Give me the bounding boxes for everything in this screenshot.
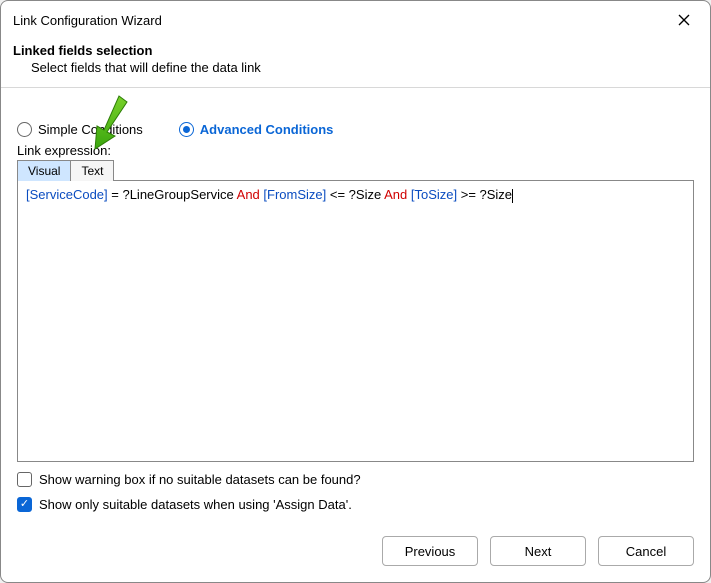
footer-buttons: Previous Next Cancel (1, 522, 710, 582)
radio-label: Advanced Conditions (200, 122, 334, 137)
checkbox-label: Show only suitable datasets when using '… (39, 497, 352, 512)
expression-token: [ServiceCode] (26, 187, 108, 202)
expression-token: = ?LineGroupService (108, 187, 237, 202)
expression-token: [FromSize] (263, 187, 326, 202)
wizard-window: Link Configuration Wizard Linked fields … (0, 0, 711, 583)
cancel-button[interactable]: Cancel (598, 536, 694, 566)
next-button[interactable]: Next (490, 536, 586, 566)
tab-text[interactable]: Text (70, 160, 114, 181)
tab-visual[interactable]: Visual (17, 160, 71, 181)
close-icon[interactable] (670, 9, 698, 31)
expression-token: And (384, 187, 407, 202)
expression-editor[interactable]: [ServiceCode] = ?LineGroupService And [F… (17, 181, 694, 462)
conditions-radio-group: Simple Conditions Advanced Conditions (17, 122, 694, 137)
expression-tabs: Visual Text (17, 160, 694, 181)
checkbox-label: Show warning box if no suitable datasets… (39, 472, 361, 487)
titlebar: Link Configuration Wizard (1, 1, 710, 37)
content-area: Simple Conditions Advanced Conditions Li… (1, 88, 710, 522)
radio-label: Simple Conditions (38, 122, 143, 137)
expression-token: <= ?Size (326, 187, 384, 202)
expression-token: >= ?Size (457, 187, 512, 202)
expression-token: [ToSize] (411, 187, 457, 202)
page-subtitle: Select fields that will define the data … (31, 60, 698, 75)
radio-icon (179, 122, 194, 137)
checkbox-icon: ✓ (17, 472, 32, 487)
checkbox-show-suitable[interactable]: ✓ Show only suitable datasets when using… (17, 497, 694, 512)
tab-rest (113, 160, 694, 181)
checkbox-icon: ✓ (17, 497, 32, 512)
radio-advanced-conditions[interactable]: Advanced Conditions (179, 122, 334, 137)
text-cursor (512, 189, 513, 203)
checkbox-show-warning[interactable]: ✓ Show warning box if no suitable datase… (17, 472, 694, 487)
previous-button[interactable]: Previous (382, 536, 478, 566)
header-section: Linked fields selection Select fields th… (1, 37, 710, 88)
expression-label: Link expression: (17, 143, 694, 158)
radio-icon (17, 122, 32, 137)
radio-simple-conditions[interactable]: Simple Conditions (17, 122, 143, 137)
window-title: Link Configuration Wizard (13, 13, 162, 28)
expression-token: And (237, 187, 260, 202)
page-title: Linked fields selection (13, 43, 698, 58)
